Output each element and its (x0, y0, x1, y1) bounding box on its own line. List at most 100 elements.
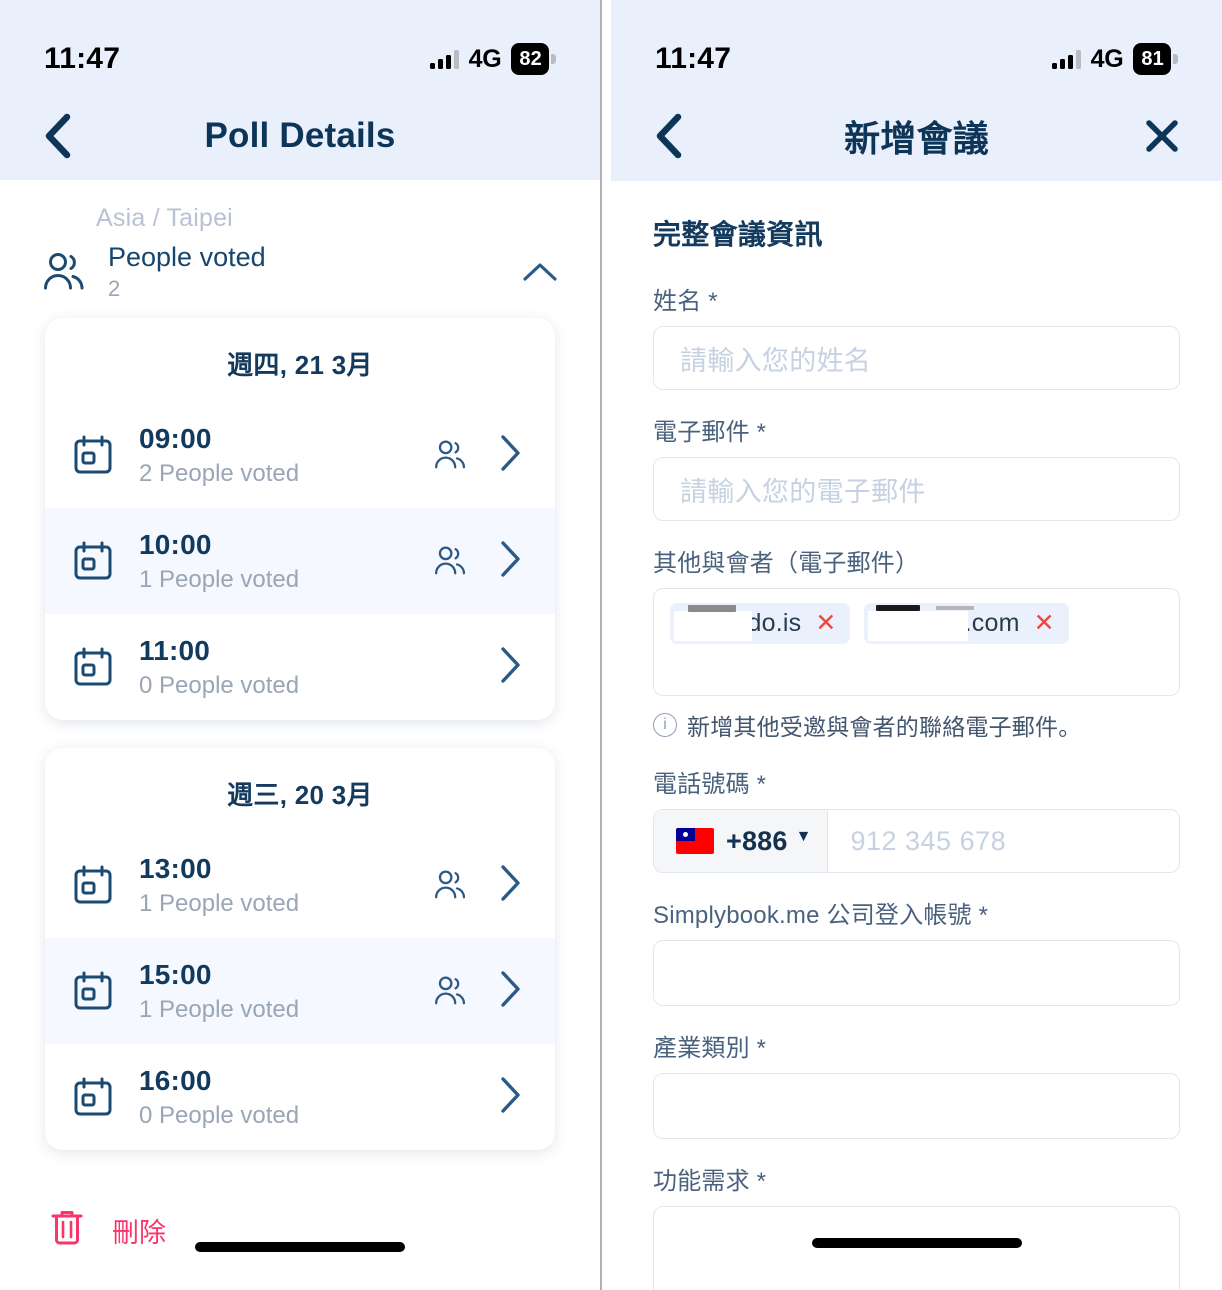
time-slot-chevron[interactable] (499, 645, 523, 690)
network-type-label: 4G (1090, 44, 1124, 73)
time-slot-votes: 0 People voted (139, 671, 300, 699)
chevron-left-icon (656, 113, 682, 159)
time-slot-row[interactable]: 09:00 2 People voted (45, 402, 555, 508)
time-slot-row[interactable]: 15:00 1 People voted (45, 938, 555, 1044)
industry-input[interactable] (653, 1073, 1180, 1139)
calendar-icon (73, 540, 129, 582)
battery-cap (551, 54, 556, 64)
caret-down-icon: ▼ (795, 828, 812, 845)
attendees-field-group: 其他與會者（電子郵件） notando.is ✕ @gmail.com ✕ (653, 543, 1180, 742)
voters-icon[interactable] (433, 545, 469, 577)
email-field-group: 電子郵件 * 請輸入您的電子郵件 (653, 412, 1180, 521)
chevron-right-icon (501, 864, 520, 901)
time-slot-row[interactable]: 10:00 1 People voted (45, 508, 555, 614)
chevron-right-icon (501, 1076, 520, 1113)
time-slot-row[interactable]: 11:00 0 People voted (45, 614, 555, 720)
people-icon (42, 251, 100, 293)
time-slot-votes: 1 People voted (139, 889, 300, 917)
time-slot-chevron[interactable] (499, 1075, 523, 1120)
time-slot-chevron[interactable] (499, 433, 523, 478)
home-indicator (811, 1238, 1022, 1248)
back-button[interactable] (653, 113, 697, 159)
redaction-bar (688, 605, 736, 612)
chevron-up-icon (523, 263, 557, 281)
name-input[interactable]: 請輸入您的姓名 (653, 326, 1180, 390)
phone-placeholder: 912 345 678 (850, 825, 1007, 856)
attendees-hint: i 新增其他受邀與會者的聯絡電子郵件。 (653, 708, 1180, 742)
remove-attendee-button[interactable]: ✕ (815, 611, 836, 636)
email-input[interactable]: 請輸入您的電子郵件 (653, 457, 1180, 521)
left-phone-screen: 11:47 4G 82 Poll Details Asia / Taipei P… (0, 0, 600, 1290)
time-slot-actions (499, 645, 523, 690)
voters-icon[interactable] (433, 439, 469, 471)
people-voted-texts: People voted 2 (108, 242, 266, 302)
chevron-right-icon (501, 646, 520, 683)
feature-request-input[interactable] (653, 1206, 1180, 1290)
redaction-bar (936, 606, 975, 610)
close-button[interactable] (1144, 118, 1180, 154)
panel-divider (600, 0, 602, 1290)
chevron-right-icon (501, 540, 520, 577)
remove-attendee-button[interactable]: ✕ (1034, 611, 1055, 636)
status-time: 11:47 (655, 42, 732, 75)
right-header-block: 11:47 4G 81 新增會議 (611, 0, 1222, 181)
time-slot-time: 15:00 (139, 959, 212, 991)
left-scroll-content: Asia / Taipei People voted 2 週四, 21 3月 0… (0, 204, 600, 1253)
company-login-input[interactable] (653, 940, 1180, 1006)
phone-input-group: +886 ▼ 912 345 678 (653, 809, 1180, 873)
timezone-label: Asia / Taipei (96, 204, 233, 232)
time-slot-actions (433, 863, 523, 908)
left-status-bar: 11:47 4G 82 (0, 0, 600, 92)
status-time: 11:47 (44, 42, 121, 75)
chevron-right-icon (501, 970, 520, 1007)
poll-date-card: 週三, 20 3月 13:00 1 People voted 15:00 1 P… (45, 748, 555, 1150)
back-button[interactable] (42, 113, 86, 159)
people-voted-section-header[interactable]: People voted 2 (0, 226, 600, 318)
status-indicators: 4G 81 (1051, 43, 1178, 75)
name-placeholder: 請輸入您的姓名 (680, 345, 872, 376)
company-login-field-group: Simplybook.me 公司登入帳號 * (653, 895, 1180, 1006)
voters-icon[interactable] (433, 975, 469, 1007)
time-slot-time: 10:00 (139, 529, 212, 561)
time-slot-chevron[interactable] (499, 969, 523, 1014)
time-slot-texts: 16:00 0 People voted (139, 1064, 299, 1130)
phone-number-input[interactable]: 912 345 678 (828, 810, 1179, 872)
time-slot-texts: 11:00 0 People voted (139, 634, 299, 700)
voters-icon[interactable] (433, 869, 469, 901)
meeting-form: 完整會議資訊 姓名 * 請輸入您的姓名 電子郵件 * 請輸入您的電子郵件 其他與… (611, 181, 1222, 1290)
time-slot-row[interactable]: 13:00 1 People voted (45, 832, 555, 938)
chevron-right-icon (501, 434, 520, 471)
home-indicator (195, 1242, 405, 1252)
calendar-icon (73, 970, 129, 1012)
time-slot-chevron[interactable] (499, 863, 523, 908)
email-placeholder: 請輸入您的電子郵件 (680, 476, 926, 507)
industry-label: 產業類別 * (653, 1035, 767, 1062)
collapse-toggle[interactable] (522, 261, 558, 283)
phone-label: 電話號碼 * (653, 771, 767, 798)
calendar-icon (73, 434, 129, 476)
battery-level-label: 81 (1133, 43, 1171, 75)
time-slot-votes: 1 People voted (139, 995, 300, 1023)
time-slot-chevron[interactable] (499, 539, 523, 584)
time-slot-time: 13:00 (139, 853, 212, 885)
chevron-left-icon (45, 113, 71, 159)
country-code-label: +886 (726, 825, 788, 856)
time-slot-time: 11:00 (139, 635, 211, 667)
time-slot-votes: 0 People voted (139, 1101, 300, 1129)
trash-icon (50, 1208, 84, 1253)
attendee-chip: notando.is ✕ (670, 603, 851, 644)
time-slot-texts: 15:00 1 People voted (139, 958, 299, 1024)
form-heading: 完整會議資訊 (653, 219, 823, 250)
attendees-input[interactable]: notando.is ✕ @gmail.com ✕ (653, 588, 1180, 696)
battery-icon: 82 (511, 43, 556, 75)
redaction-block (868, 611, 969, 641)
country-code-selector[interactable]: +886 ▼ (654, 810, 829, 872)
phone-field-group: 電話號碼 * +886 ▼ 912 345 678 (653, 764, 1180, 873)
right-navbar: 新增會議 (611, 92, 1222, 180)
time-slot-texts: 09:00 2 People voted (139, 422, 299, 488)
calendar-icon (73, 646, 129, 688)
time-slot-time: 16:00 (139, 1065, 212, 1097)
time-slot-actions (433, 539, 523, 584)
feature-request-field-group: 功能需求 * (653, 1161, 1180, 1290)
time-slot-row[interactable]: 16:00 0 People voted (45, 1044, 555, 1150)
